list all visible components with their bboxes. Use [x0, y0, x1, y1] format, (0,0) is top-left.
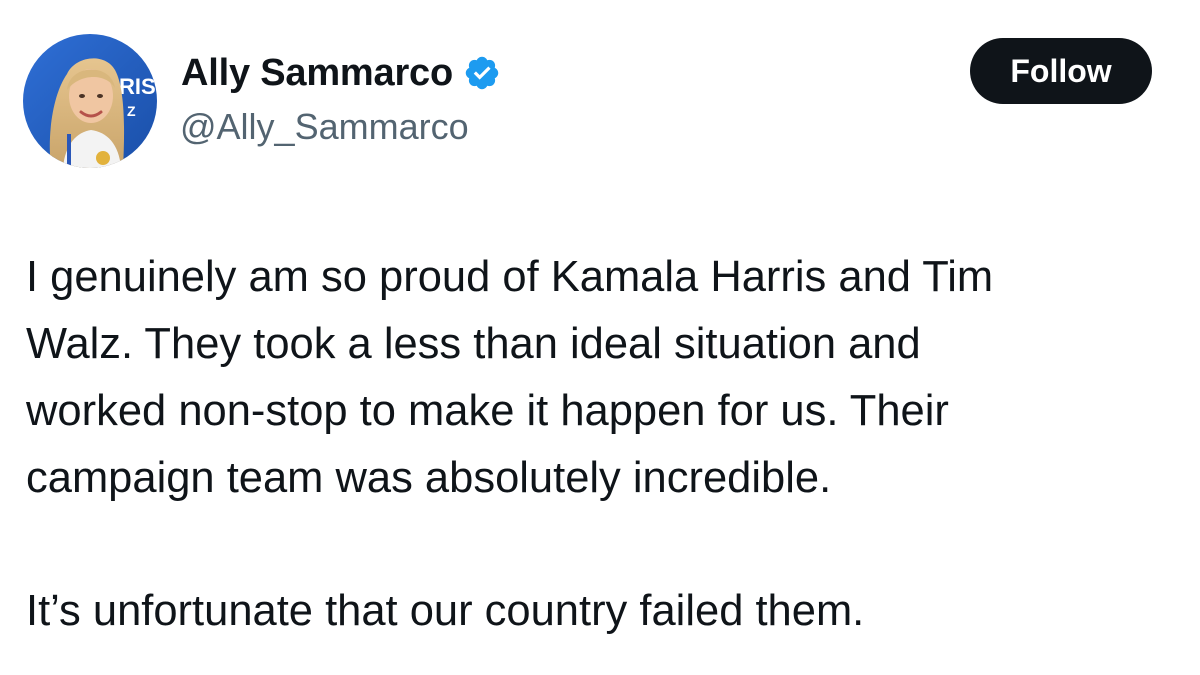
tweet-line: I genuinely am so proud of Kamala Harris… — [26, 253, 994, 301]
verified-badge-icon[interactable] — [463, 54, 501, 92]
author-handle[interactable]: @Ally_Sammarco — [180, 106, 469, 148]
tweet-line: campaign team was absolutely incredible. — [26, 454, 832, 502]
profile-photo-icon: RIS Z — [23, 34, 157, 168]
display-name[interactable]: Ally Sammarco — [181, 52, 453, 95]
tweet-text: I genuinely am so proud of Kamala Harris… — [26, 244, 1176, 645]
follow-button[interactable]: Follow — [970, 38, 1152, 104]
tweet-card: RIS Z Ally Sammarco @Ally_Sammarco Follo… — [0, 0, 1200, 675]
avatar[interactable]: RIS Z — [23, 34, 157, 168]
avatar-sign-text-2: Z — [127, 103, 136, 119]
tweet-line: It’s unfortunate that our country failed… — [26, 587, 865, 635]
author-name-row: Ally Sammarco — [181, 50, 501, 96]
tweet-line: worked non-stop to make it happen for us… — [26, 387, 949, 435]
tweet-line: Walz. They took a less than ideal situat… — [26, 320, 921, 368]
avatar-sign-text: RIS — [119, 74, 156, 99]
